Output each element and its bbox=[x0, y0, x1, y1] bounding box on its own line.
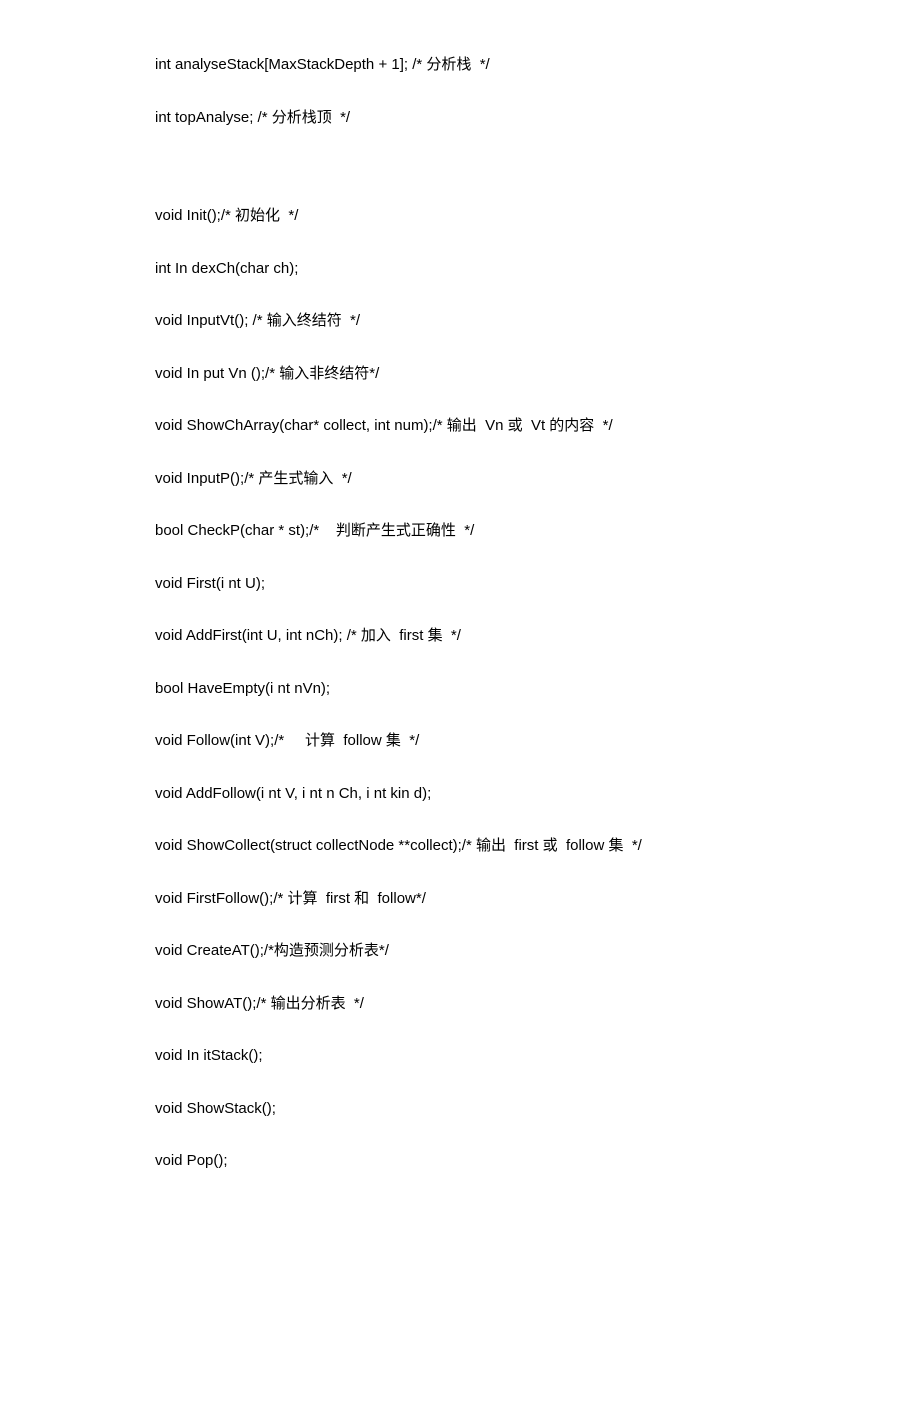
code-line: void ShowAT();/* 输出分析表 */ bbox=[155, 993, 920, 1016]
code-line: void InputP();/* 产生式输入 */ bbox=[155, 468, 920, 491]
code-line: void FirstFollow();/* 计算 first 和 follow*… bbox=[155, 888, 920, 911]
code-line: void First(i nt U); bbox=[155, 573, 920, 596]
code-line: int In dexCh(char ch); bbox=[155, 258, 920, 281]
code-line: void InputVt(); /* 输入终结符 */ bbox=[155, 310, 920, 333]
code-line: void ShowStack(); bbox=[155, 1098, 920, 1121]
code-line: void AddFollow(i nt V, i nt n Ch, i nt k… bbox=[155, 783, 920, 806]
code-line: void In itStack(); bbox=[155, 1045, 920, 1068]
code-line: int topAnalyse; /* 分析栈顶 */ bbox=[155, 107, 920, 130]
code-line: void Pop(); bbox=[155, 1150, 920, 1173]
code-line: void Init();/* 初始化 */ bbox=[155, 205, 920, 228]
code-line: bool HaveEmpty(i nt nVn); bbox=[155, 678, 920, 701]
code-line: bool CheckP(char * st);/* 判断产生式正确性 */ bbox=[155, 520, 920, 543]
code-line: void AddFirst(int U, int nCh); /* 加入 fir… bbox=[155, 625, 920, 648]
code-line: void ShowCollect(struct collectNode **co… bbox=[155, 835, 920, 858]
code-line: void ShowChArray(char* collect, int num)… bbox=[155, 415, 920, 438]
code-line: void Follow(int V);/* 计算 follow 集 */ bbox=[155, 730, 920, 753]
code-line: void CreateAT();/*构造预测分析表*/ bbox=[155, 940, 920, 963]
code-line: int analyseStack[MaxStackDepth + 1]; /* … bbox=[155, 54, 920, 77]
code-line: void In put Vn ();/* 输入非终结符*/ bbox=[155, 363, 920, 386]
blank-gap bbox=[155, 159, 920, 205]
